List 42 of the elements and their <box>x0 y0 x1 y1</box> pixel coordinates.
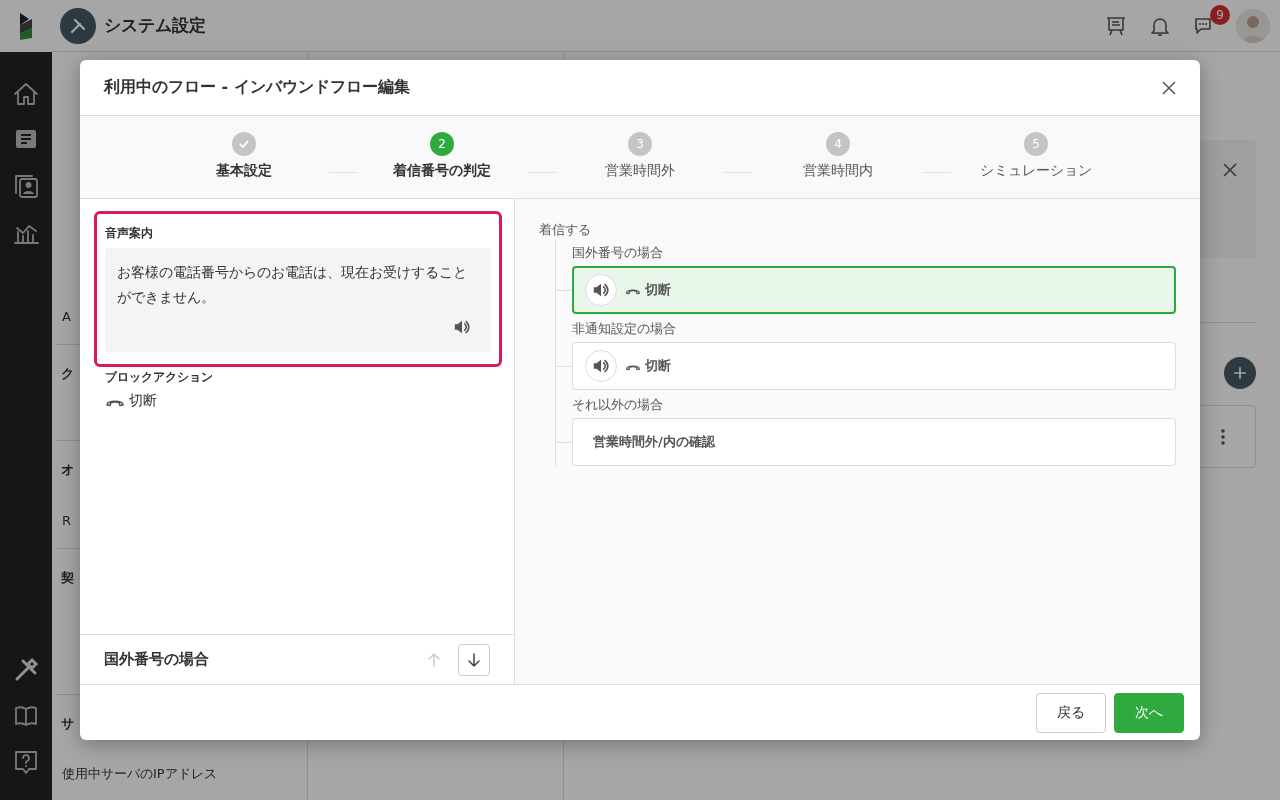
arrow-down-icon <box>466 651 482 668</box>
back-button[interactable]: 戻る <box>1036 692 1106 733</box>
step-number: 2 <box>430 132 454 156</box>
condition-label: 非通知設定の場合 <box>572 320 677 338</box>
step-label: 着信番号の判定 <box>393 162 491 180</box>
step-number: 4 <box>826 132 850 156</box>
arrow-up-icon <box>426 651 442 668</box>
step-name: 営業時間外/内の確認 <box>593 433 715 451</box>
close-icon[interactable] <box>1162 80 1176 95</box>
field-label: 音声案内 <box>105 225 154 242</box>
notification-badge: 9 <box>1210 4 1230 25</box>
speaker-button[interactable] <box>585 274 617 306</box>
flow-card[interactable]: 切断 <box>572 266 1176 314</box>
step-label: シミュレーション <box>980 162 1092 180</box>
move-down-button[interactable] <box>458 643 490 676</box>
field-label: ブロックアクション <box>105 369 214 386</box>
step-number: 3 <box>628 132 652 156</box>
step-label: 基本設定 <box>216 162 272 180</box>
page-title: システム設定 <box>104 14 206 37</box>
step-number: 5 <box>1024 132 1048 156</box>
help-icon[interactable] <box>12 748 40 776</box>
flow-card[interactable]: 営業時間外/内の確認 <box>572 418 1176 466</box>
voice-text: お客様の電話番号からのお電話は、現在お受けすることができません。 <box>117 263 468 307</box>
condition-label: 国外番号の場合 <box>572 244 664 262</box>
home-icon[interactable] <box>12 80 40 108</box>
sidebar-item[interactable]: 使用中サーバのIPアドレス <box>56 752 303 796</box>
speaker-icon[interactable] <box>453 318 471 336</box>
speaker-icon <box>592 281 610 299</box>
speaker-icon <box>592 357 610 375</box>
action-text: 切断 <box>645 281 671 299</box>
action-text: 切断 <box>645 357 671 375</box>
flow-root-label: 着信する <box>539 221 592 239</box>
step-label: 営業時間内 <box>803 162 873 180</box>
condition-label: それ以外の場合 <box>572 396 664 414</box>
dialog-title: 利用中のフロー - インバウンドフロー編集 <box>104 77 410 98</box>
branch-name: 国外番号の場合 <box>104 650 209 669</box>
add-button[interactable] <box>1224 357 1256 389</box>
speaker-button[interactable] <box>585 350 617 382</box>
contact-card-icon[interactable] <box>12 172 40 200</box>
step-label: 営業時間外 <box>605 162 675 180</box>
close-icon[interactable] <box>1222 162 1238 178</box>
flow-card[interactable]: 切断 <box>572 342 1176 390</box>
